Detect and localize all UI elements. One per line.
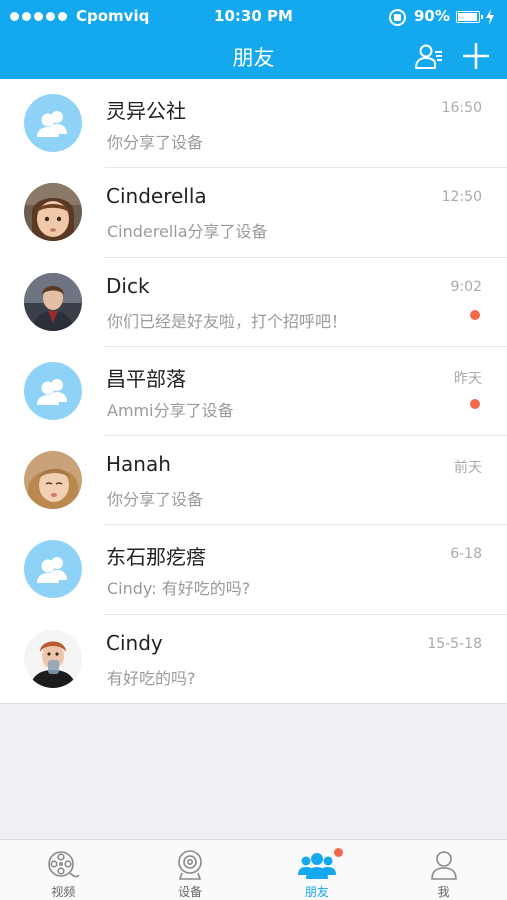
tab-me[interactable]: 我 (380, 840, 507, 900)
conversation-time: 6-18 (450, 546, 482, 563)
camera-icon (178, 850, 202, 880)
conversation-time: 昨天 (454, 370, 482, 387)
conversation-name: Cinderella (106, 184, 207, 209)
group-avatar-icon (24, 94, 82, 152)
conversation-row[interactable]: Hanah 你分享了设备 前天 (0, 436, 507, 526)
conversation-time: 15-5-18 (427, 635, 482, 652)
conversation-message: 你分享了设备 (107, 490, 204, 510)
battery-percentage: 90% (414, 7, 450, 25)
conversation-name: 昌平部落 (106, 366, 186, 391)
avatar (24, 183, 82, 242)
conversation-row[interactable]: 灵异公社 你分享了设备 16:50 (0, 79, 507, 169)
status-bar: Cpomviq 10:30 PM 90% (0, 0, 507, 34)
conversation-name: Hanah (106, 452, 171, 477)
avatar (24, 629, 82, 688)
conversation-message: 你们已经是好友啦，打个招呼吧！ (107, 311, 348, 331)
conversation-name: Cindy (106, 630, 163, 655)
conversation-row[interactable]: Cinderella Cinderella分享了设备 12:50 (0, 168, 507, 258)
conversation-row[interactable]: 昌平部落 Ammi分享了设备 昨天 (0, 347, 507, 437)
avatar (24, 451, 82, 510)
tab-video[interactable]: 视频 (0, 840, 127, 900)
conversation-time: 12:50 (441, 189, 482, 206)
tab-bar: 视频 设备 朋友 我 (0, 839, 507, 900)
conversation-message: 有好吃的吗? (107, 668, 196, 688)
conversation-name: 东石那疙瘩 (106, 545, 206, 570)
add-friend-button[interactable] (463, 43, 489, 69)
unread-dot (470, 398, 480, 409)
conversation-message: 你分享了设备 (107, 133, 204, 152)
film-reel-icon (48, 851, 81, 878)
conversation-row[interactable]: 东石那疙瘩 Cindy: 有好吃的吗? 6-18 (0, 525, 507, 615)
charging-bolt-icon (486, 9, 494, 25)
avatar (24, 272, 82, 331)
conversation-row[interactable]: Cindy 有好吃的吗? 15-5-18 (0, 615, 507, 704)
group-avatar-icon (24, 540, 82, 599)
tab-friends[interactable]: 朋友 (254, 840, 381, 900)
tab-notification-dot (333, 848, 343, 857)
conversation-list: 灵异公社 你分享了设备 16:50 Cinderella Cinderella分… (0, 79, 507, 704)
conversation-name: 灵异公社 (106, 99, 186, 123)
tab-label: 设备 (178, 885, 203, 899)
contacts-button[interactable] (414, 42, 444, 72)
conversation-name: Dick (106, 273, 150, 298)
unread-dot (470, 309, 480, 320)
friends-icon (297, 853, 336, 879)
conversation-time: 前天 (454, 460, 482, 477)
conversation-message: Ammi分享了设备 (107, 400, 234, 420)
conversation-time: 9:02 (450, 278, 482, 295)
group-avatar-icon (24, 361, 82, 420)
profile-icon (430, 851, 457, 880)
battery-icon (456, 11, 483, 23)
conversation-message: Cinderella分享了设备 (107, 222, 268, 242)
tab-label: 我 (437, 885, 450, 899)
rotation-lock-icon (389, 9, 406, 26)
conversation-row[interactable]: Dick 你们已经是好友啦，打个招呼吧！ 9:02 (0, 258, 507, 347)
conversation-time: 16:50 (441, 100, 482, 116)
app-header: Cpomviq 10:30 PM 90% 朋友 (0, 0, 507, 80)
tab-label: 朋友 (304, 885, 329, 899)
tab-label: 视频 (51, 885, 76, 899)
tab-devices[interactable]: 设备 (127, 840, 254, 900)
conversation-message: Cindy: 有好吃的吗? (107, 579, 251, 599)
